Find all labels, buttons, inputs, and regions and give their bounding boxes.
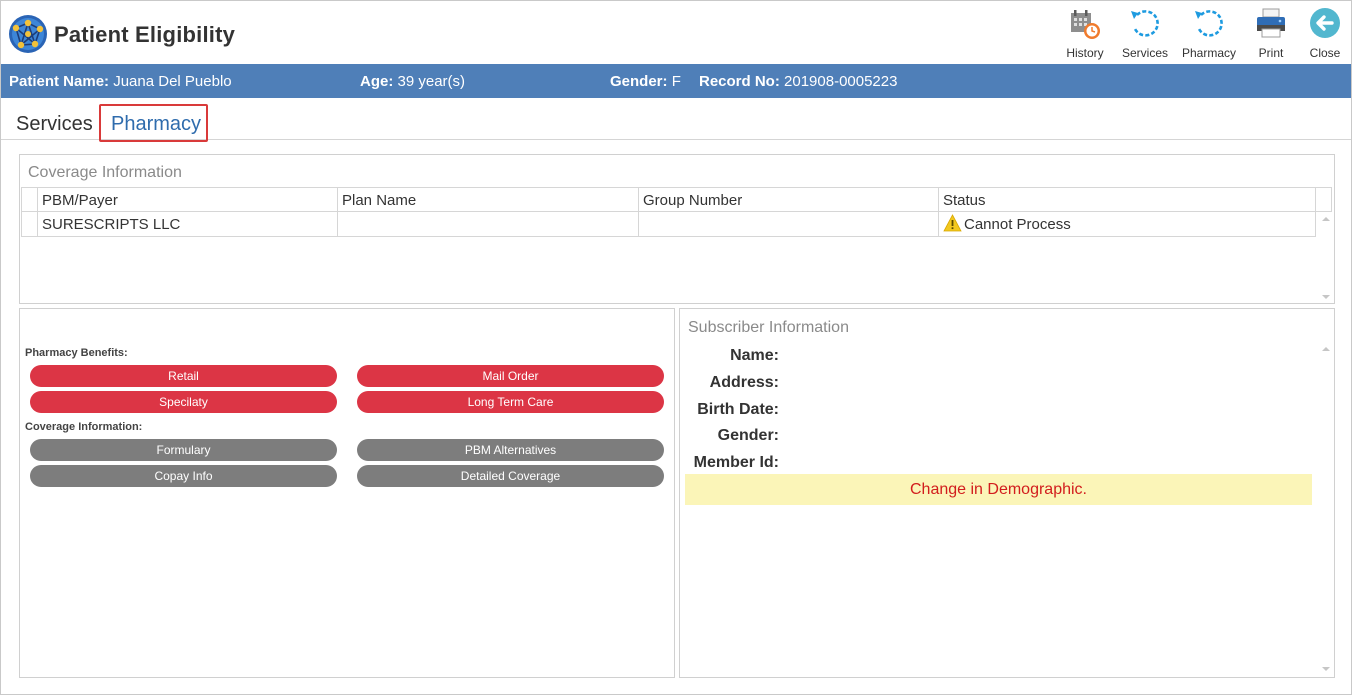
cell-status: Cannot Process [938, 212, 1316, 236]
toolbar-label: Close [1309, 46, 1341, 60]
tab-pharmacy-highlight [99, 104, 208, 142]
subscriber-address-label: Address: [709, 374, 779, 391]
refresh-icon [1195, 10, 1223, 37]
patient-gender-label: Gender: [610, 73, 668, 90]
scroll-up-icon[interactable] [1322, 347, 1330, 351]
pharmacy-benefits-label: Pharmacy Benefits: [25, 347, 128, 359]
table-row[interactable]: SURESCRIPTS LLC Cannot Process [21, 212, 1316, 237]
toolbar-label: History [1066, 46, 1104, 60]
patient-record: Record No: 201908-0005223 [699, 73, 897, 90]
status-text: Cannot Process [964, 216, 1071, 233]
coverage-information-panel: Coverage Information PBM/Payer Plan Name… [19, 154, 1335, 304]
toolbar: History Services Pharmacy Print Close [1055, 7, 1351, 62]
grid-header-spacer [1316, 187, 1332, 212]
patient-record-label: Record No: [699, 73, 780, 90]
subscriber-scrollbar[interactable] [1319, 343, 1333, 675]
specialty-button[interactable]: Specilaty [30, 391, 337, 413]
patient-name: Patient Name: Juana Del Pueblo [9, 73, 232, 90]
pbm-alternatives-button[interactable]: PBM Alternatives [357, 439, 664, 461]
mail-order-button[interactable]: Mail Order [357, 365, 664, 387]
scroll-down-icon[interactable] [1322, 295, 1330, 299]
copay-info-button[interactable]: Copay Info [30, 465, 337, 487]
title-bar: Patient Eligibility History Services Pha… [1, 1, 1351, 64]
column-header-status[interactable]: Status [938, 188, 1316, 211]
patient-age-label: Age: [360, 73, 394, 90]
patient-name-label: Patient Name: [9, 73, 110, 90]
toolbar-label: Print [1258, 46, 1284, 60]
retail-button[interactable]: Retail [30, 365, 337, 387]
patient-eligibility-window: Patient Eligibility History Services Pha… [0, 0, 1352, 695]
coverage-grid: PBM/Payer Plan Name Group Number Status … [21, 187, 1316, 237]
toolbar-label: Services [1121, 46, 1168, 60]
subscriber-name-label: Name: [730, 347, 779, 364]
patient-gender: Gender: F [610, 73, 681, 90]
pharmacy-button[interactable]: Pharmacy [1175, 7, 1243, 62]
calendar-clock-icon [1071, 10, 1100, 39]
row-selector[interactable] [21, 212, 37, 236]
scroll-down-icon[interactable] [1322, 667, 1330, 671]
services-button[interactable]: Services [1115, 7, 1175, 62]
subscriber-section-title: Subscriber Information [688, 319, 849, 336]
scroll-up-icon[interactable] [1322, 217, 1330, 221]
column-header-plan-name[interactable]: Plan Name [337, 188, 638, 211]
patient-gender-value: F [671, 73, 681, 90]
row-selector-header [21, 188, 37, 211]
grid-header: PBM/Payer Plan Name Group Number Status [21, 187, 1316, 212]
long-term-care-button[interactable]: Long Term Care [357, 391, 664, 413]
history-button[interactable]: History [1055, 7, 1115, 62]
patient-age: Age: 39 year(s) [360, 73, 465, 90]
subscriber-birth-date-label: Birth Date: [697, 401, 779, 418]
refresh-icon [1131, 10, 1159, 37]
subscriber-member-id-label: Member Id: [693, 454, 779, 471]
column-header-group-number[interactable]: Group Number [638, 188, 938, 211]
subscriber-gender-label: Gender: [717, 427, 779, 444]
cell-plan-name [337, 212, 638, 236]
detailed-coverage-button[interactable]: Detailed Coverage [357, 465, 664, 487]
patient-info-bar: Patient Name: Juana Del Pueblo Age: 39 y… [1, 64, 1351, 98]
patient-age-value: 39 year(s) [397, 73, 466, 90]
patient-name-value: Juana Del Pueblo [113, 73, 232, 90]
cell-pbm-payer: SURESCRIPTS LLC [37, 212, 337, 236]
printer-icon [1257, 8, 1285, 38]
pharmacy-benefits-panel: Pharmacy Benefits: Retail Mail Order Spe… [19, 308, 675, 678]
app-title: Patient Eligibility [54, 22, 236, 47]
formulary-button[interactable]: Formulary [30, 439, 337, 461]
warning-icon [943, 214, 962, 232]
patient-record-value: 201908-0005223 [784, 73, 898, 90]
close-button[interactable]: Close [1299, 7, 1351, 62]
coverage-section-title: Coverage Information [28, 164, 182, 181]
coverage-scrollbar[interactable] [1319, 213, 1333, 303]
column-header-pbm-payer[interactable]: PBM/Payer [37, 188, 337, 211]
globe-network-logo [9, 15, 47, 53]
print-button[interactable]: Print [1243, 7, 1299, 62]
demographic-change-alert: Change in Demographic. [685, 474, 1312, 505]
subscriber-information-panel: Subscriber Information Name: Address: Bi… [679, 308, 1335, 678]
coverage-information-label: Coverage Information: [25, 421, 143, 433]
cell-group-number [638, 212, 938, 236]
tab-services[interactable]: Services [16, 113, 93, 136]
toolbar-label: Pharmacy [1181, 46, 1237, 60]
back-arrow-icon [1310, 8, 1340, 38]
